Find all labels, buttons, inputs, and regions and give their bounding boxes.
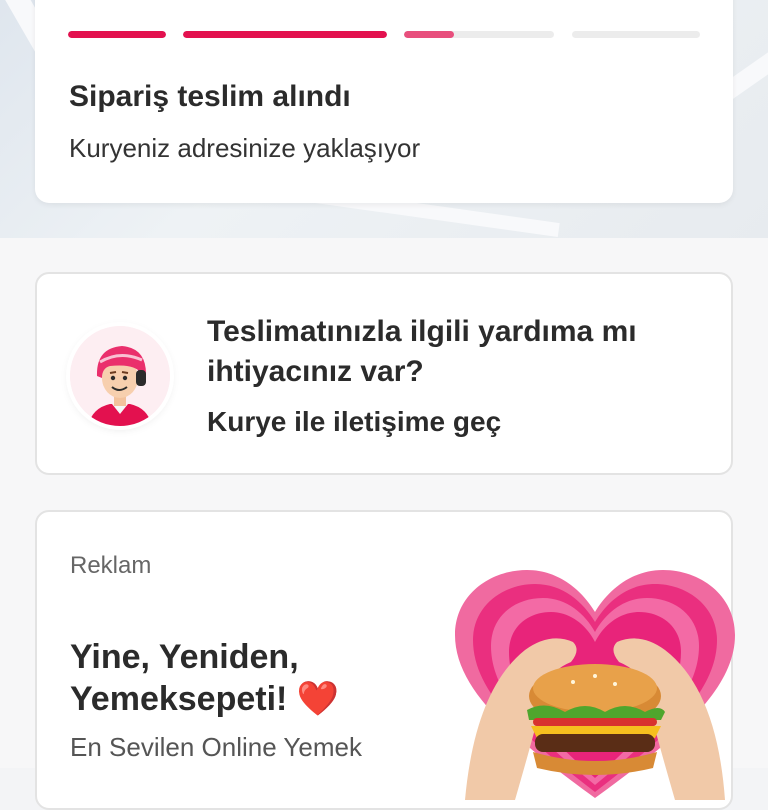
contact-courier-link[interactable]: Kurye ile iletişime geç — [207, 406, 501, 438]
order-status-title: Sipariş teslim alındı — [69, 80, 351, 113]
progress-step-3-fill — [404, 31, 454, 38]
order-status-card: Sipariş teslim alındı Kuryeniz adresiniz… — [35, 0, 733, 203]
order-status-subtitle: Kuryeniz adresinize yaklaşıyor — [69, 133, 421, 163]
progress-step-2 — [183, 31, 387, 38]
progress-step-1-fill — [68, 31, 166, 38]
progress-step-4 — [572, 31, 700, 38]
courier-avatar-icon — [70, 326, 170, 426]
courier-help-card[interactable]: Teslimatınızla ilgili yardıma mı ihtiyac… — [35, 272, 733, 475]
ad-title: Yine, Yeniden, Yemeksepeti! ❤️ — [70, 636, 370, 720]
help-title: Teslimatınızla ilgili yardıma mı ihtiyac… — [207, 315, 637, 388]
progress-step-1 — [68, 31, 166, 38]
ad-label: Reklam — [70, 552, 152, 579]
advertisement-card[interactable]: Reklam Yine, Yeniden, Yemeksepeti! ❤️ En… — [35, 510, 735, 810]
heart-hands-burger-image — [455, 570, 735, 800]
ad-title-text: Yine, Yeniden, Yemeksepeti! — [70, 638, 299, 718]
ad-subtitle: En Sevilen Online Yemek — [70, 732, 362, 762]
progress-step-3 — [404, 31, 554, 38]
heart-emoji-icon: ❤️ — [296, 680, 340, 718]
progress-step-2-fill — [183, 31, 387, 38]
